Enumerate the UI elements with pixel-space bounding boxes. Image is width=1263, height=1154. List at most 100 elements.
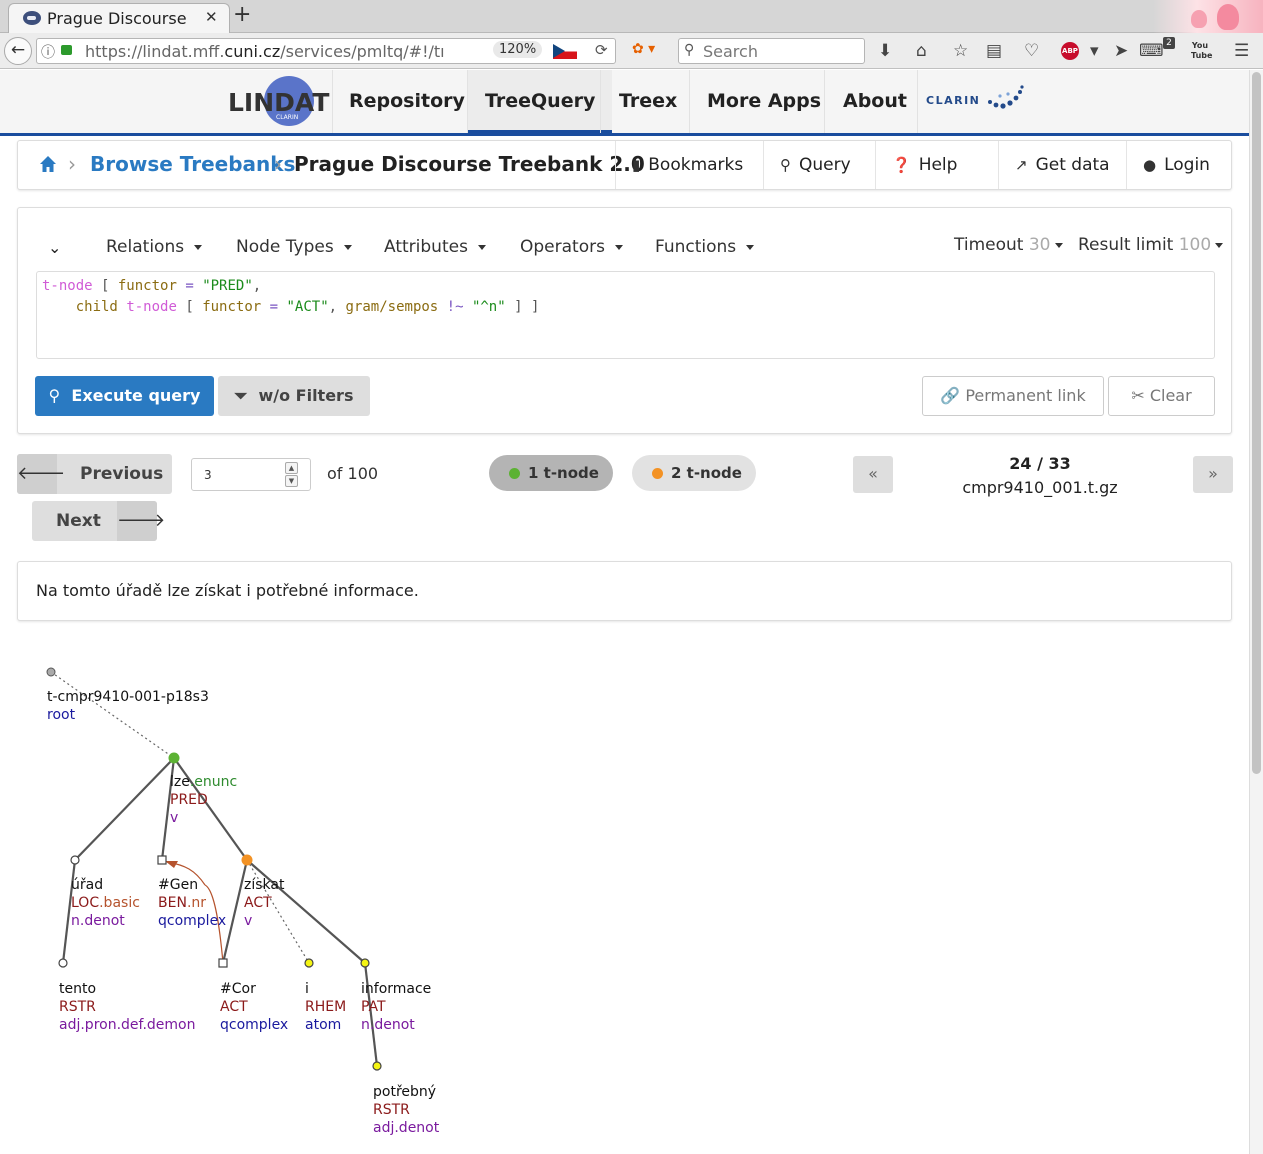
timeout-select[interactable]: Timeout 30 [954, 235, 1063, 255]
url-bar[interactable]: ⓘ https://lindat.mff.cuni.cz/services/pm… [36, 38, 616, 64]
without-filters-button[interactable]: ⏷ w/o Filters [218, 376, 370, 416]
query-panel: ⌄ Relations Node Types Attributes Operat… [17, 207, 1232, 434]
firefox-menu-icon[interactable]: ✿ ▾ [632, 41, 655, 57]
node-1-filter[interactable]: 1 t-node [489, 455, 613, 491]
nav-divider [917, 70, 918, 133]
translate-icon[interactable]: ⌨ [1139, 41, 1164, 61]
orange-dot-icon [652, 468, 663, 479]
back-button[interactable]: ← [4, 37, 32, 65]
reload-icon[interactable]: ⟳ [595, 41, 608, 59]
login-button[interactable]: ● Login [1126, 141, 1226, 189]
reading-list-icon[interactable]: ▤ [986, 41, 1002, 61]
youtube-icon[interactable]: You Tube [1191, 41, 1212, 61]
page-stepper[interactable]: ▲ ▼ [285, 462, 298, 488]
tree-node-root[interactable] [46, 667, 56, 677]
search-placeholder: Search [703, 42, 758, 61]
collapse-toggle-chevron-down-icon[interactable]: ⌄ [48, 238, 61, 257]
home-icon[interactable] [39, 155, 57, 173]
node-functor: RHEM [305, 999, 346, 1015]
tree-edge [221, 859, 249, 964]
download-icon[interactable]: ⬇ [878, 41, 892, 61]
query-token: child [75, 299, 118, 315]
previous-button[interactable]: 🡐 Previous [17, 454, 172, 494]
stepper-down-icon[interactable]: ▼ [285, 475, 298, 487]
query-token: [ [176, 299, 203, 315]
info-icon[interactable]: ⓘ [41, 42, 55, 62]
relations-menu[interactable]: Relations [106, 237, 203, 257]
node-lemma: i [305, 981, 309, 997]
tree-node-i[interactable] [304, 958, 314, 968]
home-icon[interactable]: ⌂ [916, 41, 927, 61]
close-tab-icon[interactable]: ✕ [205, 8, 218, 26]
nav-treequery[interactable]: TreeQuery [468, 70, 613, 133]
get-data-button[interactable]: ↗ Get data [998, 141, 1126, 189]
nav-treex[interactable]: Treex [602, 70, 694, 133]
previous-tree-button[interactable]: « [853, 456, 893, 493]
node-2-filter[interactable]: 2 t-node [632, 455, 756, 491]
node-functor: RSTR [59, 999, 96, 1015]
bookmark-star-icon[interactable]: ☆ [953, 41, 968, 61]
query-token: "ACT" [286, 299, 329, 315]
lindat-logo[interactable]: LINDAT CLARIN [226, 76, 329, 126]
browser-tabbar: Prague Discourse ✕ + [0, 0, 1263, 33]
extension-icon[interactable]: ▾ [1090, 41, 1099, 61]
search-icon: ⚲ [780, 156, 791, 174]
tree-node-gen[interactable] [157, 855, 167, 865]
caret-down-icon [343, 244, 352, 250]
caret-down-icon [194, 244, 203, 250]
dependency-tree: t-cmpr9410-001-p18s3 root lze.enunc PRED… [46, 667, 440, 1136]
attributes-menu[interactable]: Attributes [384, 237, 486, 257]
permanent-link-button[interactable]: 🔗 Permanent link [922, 376, 1104, 416]
scrollbar-thumb[interactable] [1252, 72, 1261, 774]
page-total: of 100 [327, 464, 379, 483]
node-lemma: lze.enunc [170, 774, 237, 790]
bookmark-icon: ▮ [632, 156, 641, 174]
url-text[interactable]: https://lindat.mff.cuni.cz/services/pmlt… [85, 42, 475, 61]
menu-icon[interactable]: ☰ [1234, 41, 1249, 61]
stepper-up-icon[interactable]: ▲ [285, 462, 298, 474]
node-lemma: úřad [71, 877, 103, 893]
root-type-label: root [47, 707, 76, 723]
tree-node-cor[interactable] [218, 958, 228, 968]
node-sempos: qcomplex [158, 913, 226, 929]
query-button[interactable]: ⚲ Query [763, 141, 867, 189]
tree-node-ziskat[interactable] [241, 854, 253, 866]
arrow-left-icon: 🡐 [17, 454, 65, 494]
node-sempos: n.denot [361, 1017, 415, 1033]
nav-about[interactable]: About [826, 70, 924, 133]
tree-node-lze[interactable] [168, 752, 180, 764]
node-lemma: potřebný [373, 1084, 436, 1100]
browser-tab[interactable]: Prague Discourse ✕ [8, 3, 230, 33]
adblock-icon[interactable]: ABP [1061, 42, 1079, 60]
execute-query-button[interactable]: ⚲ Execute query [35, 376, 214, 416]
help-button[interactable]: ❓ Help [875, 141, 973, 189]
node-functor: RSTR [373, 1102, 410, 1118]
result-limit-select[interactable]: Result limit 100 [1078, 235, 1224, 255]
user-icon: ● [1143, 156, 1157, 174]
clear-button[interactable]: ✂ Clear [1108, 376, 1215, 416]
clarin-logo-text[interactable]: CLARIN [926, 94, 980, 107]
breadcrumb-browse-treebanks[interactable]: Browse Treebanks [90, 152, 295, 176]
next-tree-button[interactable]: » [1193, 456, 1233, 493]
tree-node-tento[interactable] [58, 958, 68, 968]
tree-node-potrebny[interactable] [372, 1061, 382, 1071]
functions-menu[interactable]: Functions [655, 237, 755, 257]
new-tab-button[interactable]: + [233, 2, 251, 27]
bookmarks-button[interactable]: ▮ Bookmarks [615, 141, 759, 189]
next-button[interactable]: Next 🡒 [32, 501, 165, 541]
nav-more-apps[interactable]: More Apps [690, 70, 838, 133]
send-icon[interactable]: ➤ [1114, 41, 1128, 61]
site-favicon-icon [23, 11, 41, 25]
nav-repository[interactable]: Repository [332, 70, 482, 133]
tree-node-urad[interactable] [70, 855, 80, 865]
zoom-indicator[interactable]: 120% [493, 41, 543, 58]
operators-menu[interactable]: Operators [520, 237, 623, 257]
pocket-icon[interactable]: ♡ [1024, 41, 1039, 61]
query-editor[interactable]: t-node [ functor = "PRED", child t-node … [36, 271, 1215, 359]
node-types-menu[interactable]: Node Types [236, 237, 352, 257]
tree-node-informace[interactable] [360, 958, 370, 968]
search-box[interactable]: ⚲ Search [678, 38, 865, 64]
clarin-logo-icon [988, 85, 1024, 109]
query-token: t-node [42, 278, 93, 294]
caret-down-icon [477, 244, 486, 250]
